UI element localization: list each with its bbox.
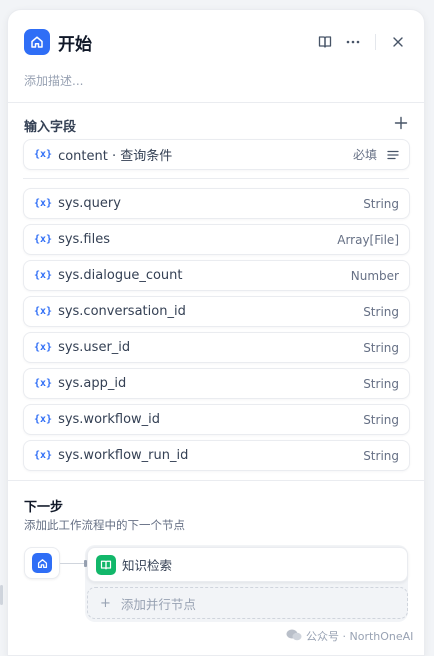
field-name: sys.dialogue_count bbox=[58, 268, 183, 283]
book-icon[interactable] bbox=[313, 30, 337, 54]
variable-icon: {x} bbox=[34, 198, 53, 209]
sys-field-conversation-id[interactable]: {x} sys.conversation_id String bbox=[23, 296, 410, 327]
field-type: String bbox=[363, 376, 399, 391]
start-node-thumb bbox=[24, 547, 60, 579]
close-icon[interactable] bbox=[386, 30, 410, 54]
next-node-label: 知识检索 bbox=[122, 558, 173, 573]
variable-icon: {x} bbox=[34, 450, 53, 461]
variable-icon: {x} bbox=[34, 378, 53, 389]
input-fields-title: 输入字段 bbox=[24, 120, 77, 135]
field-name: sys.app_id bbox=[58, 376, 127, 391]
next-node-knowledge-retrieval[interactable]: 知识检索 bbox=[87, 547, 408, 582]
variable-icon: {x} bbox=[34, 149, 53, 160]
sys-field-workflow-id[interactable]: {x} sys.workflow_id String bbox=[23, 404, 410, 435]
field-type: String bbox=[363, 448, 399, 463]
field-name: sys.query bbox=[58, 196, 121, 211]
divider bbox=[8, 480, 424, 481]
sys-field-query[interactable]: {x} sys.query String bbox=[23, 188, 410, 219]
field-type: String bbox=[363, 340, 399, 355]
field-type: Number bbox=[350, 268, 399, 283]
fields-divider bbox=[23, 178, 409, 179]
variable-icon: {x} bbox=[34, 270, 53, 281]
custom-field-content[interactable]: {x} content · 查询条件 必填 bbox=[23, 139, 410, 170]
field-name: sys.workflow_id bbox=[58, 412, 161, 427]
variable-icon: {x} bbox=[34, 414, 53, 425]
plus-icon: + bbox=[100, 595, 111, 611]
watermark-text: 公众号 · NorthOneAI bbox=[306, 630, 414, 643]
next-step-description: 添加此工作流程中的下一个节点 bbox=[24, 518, 185, 532]
panel-header: 开始 bbox=[24, 28, 410, 56]
field-name: sys.files bbox=[58, 232, 111, 247]
wechat-icon bbox=[286, 629, 302, 644]
variable-icon: {x} bbox=[34, 234, 53, 245]
field-name: sys.workflow_run_id bbox=[58, 448, 189, 463]
connector-line bbox=[60, 563, 86, 564]
variable-icon: {x} bbox=[34, 306, 53, 317]
sys-field-files[interactable]: {x} sys.files Array[File] bbox=[23, 224, 410, 255]
home-icon bbox=[32, 553, 52, 573]
field-type: String bbox=[363, 304, 399, 319]
knowledge-icon bbox=[96, 554, 116, 575]
add-field-button[interactable] bbox=[390, 112, 412, 134]
field-type: Array[File] bbox=[337, 232, 399, 247]
header-actions bbox=[313, 30, 410, 54]
sys-field-app-id[interactable]: {x} sys.app_id String bbox=[23, 368, 410, 399]
field-name: content · 查询条件 bbox=[58, 149, 173, 164]
add-parallel-node-button[interactable]: + 添加并行节点 bbox=[87, 587, 408, 619]
sys-field-dialogue-count[interactable]: {x} sys.dialogue_count Number bbox=[23, 260, 410, 291]
home-icon bbox=[24, 29, 50, 55]
panel-title: 开始 bbox=[58, 34, 92, 55]
sys-field-workflow-run-id[interactable]: {x} sys.workflow_run_id String bbox=[23, 440, 410, 471]
start-node-panel: 开始 添加描述... 输入字段 {x} content · 查询条件 必填 {x… bbox=[7, 9, 425, 656]
header-separator bbox=[375, 34, 376, 50]
required-badge: 必填 bbox=[352, 148, 377, 162]
next-step-title: 下一步 bbox=[24, 500, 64, 515]
plus-icon bbox=[394, 116, 408, 130]
list-icon[interactable] bbox=[387, 149, 399, 161]
description-input[interactable]: 添加描述... bbox=[24, 72, 83, 89]
field-name: sys.conversation_id bbox=[58, 304, 186, 319]
sys-field-user-id[interactable]: {x} sys.user_id String bbox=[23, 332, 410, 363]
add-parallel-label: 添加并行节点 bbox=[120, 596, 196, 612]
variable-icon: {x} bbox=[34, 342, 53, 353]
field-type: String bbox=[363, 196, 399, 211]
watermark: 公众号 · NorthOneAI bbox=[286, 628, 413, 644]
field-type: String bbox=[363, 412, 399, 427]
divider bbox=[8, 102, 424, 103]
more-icon[interactable] bbox=[341, 30, 365, 54]
canvas-edge-handle bbox=[0, 585, 3, 605]
field-name: sys.user_id bbox=[58, 340, 131, 355]
